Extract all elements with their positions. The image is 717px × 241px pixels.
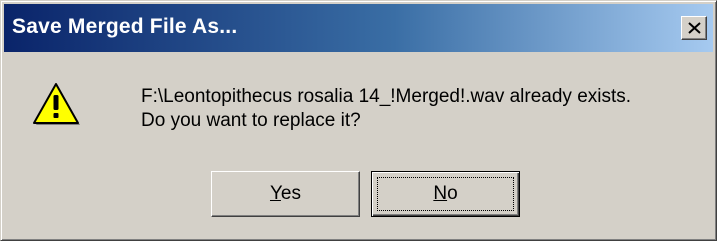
close-icon: [688, 22, 701, 34]
yes-button-label: Yes: [270, 183, 301, 204]
dialog-message: F:\Leontopithecus rosalia 14_!Merged!.wa…: [141, 85, 631, 133]
message-line-1: F:\Leontopithecus rosalia 14_!Merged!.wa…: [141, 86, 632, 107]
save-merged-dialog: Save Merged File As... F:\Leontopithecus…: [0, 0, 717, 241]
yes-mnemonic: Y: [269, 183, 281, 204]
no-button[interactable]: No: [371, 171, 520, 217]
warning-icon: [33, 83, 80, 125]
yes-button[interactable]: Yes: [211, 171, 360, 217]
no-mnemonic: N: [433, 183, 448, 204]
no-label-rest: o: [447, 183, 458, 204]
title-bar[interactable]: Save Merged File As...: [4, 4, 713, 52]
yes-label-rest: es: [280, 183, 301, 204]
no-button-label: No: [433, 183, 457, 204]
message-line-2: Do you want to replace it?: [141, 110, 361, 131]
close-button[interactable]: [681, 16, 707, 40]
dialog-title: Save Merged File As...: [12, 15, 238, 38]
